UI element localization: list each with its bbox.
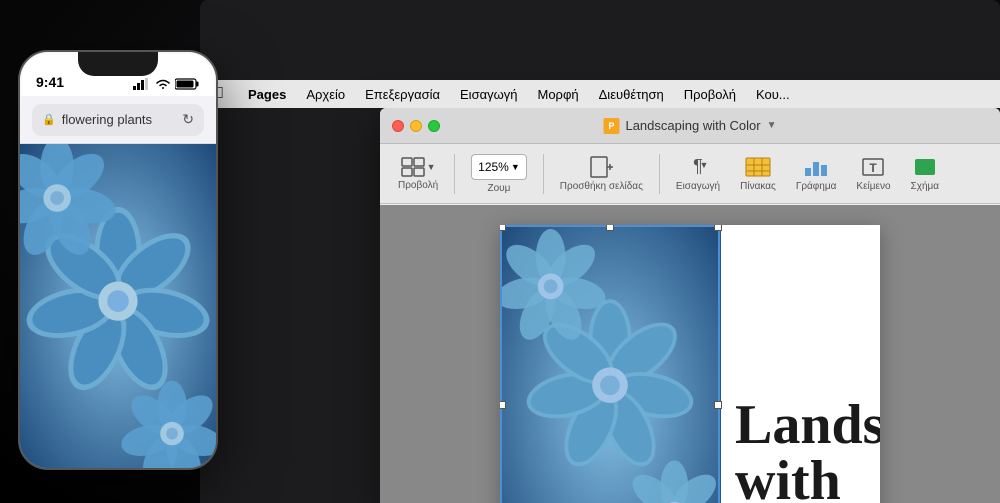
svg-text:T: T [870, 161, 878, 175]
safari-address-bar[interactable]: 🔒 flowering plants ↻ [20, 96, 216, 144]
reload-icon[interactable]: ↻ [182, 111, 194, 128]
maximize-button[interactable] [428, 120, 440, 132]
menu-provoli[interactable]: Προβολή [674, 87, 746, 102]
shape-label: Σχήμα [911, 181, 940, 192]
iphone-flower-svg [20, 144, 216, 468]
document-page: Landscapi with Color [500, 225, 880, 503]
iphone: 9:41 🔒 fl [18, 50, 218, 470]
doc-text-area: Landscapi with Color [720, 225, 880, 503]
toolbar: ▼ Προβολή 125% ▼ Ζουμ Προσθήκη σελίδ [380, 144, 1000, 204]
url-text: flowering plants [62, 112, 152, 127]
safari-address-field[interactable]: 🔒 flowering plants ↻ [32, 104, 204, 136]
chart-btn[interactable]: Γράφημα [788, 152, 845, 196]
table-icon [745, 156, 771, 178]
menu-morfi[interactable]: Μορφή [528, 87, 589, 102]
traffic-lights [392, 120, 440, 132]
document-title-text: Landscapi with Color [735, 397, 880, 503]
table-label: Πίνακας [740, 181, 776, 192]
menu-dieuthetisi[interactable]: Διευθέτηση [589, 87, 674, 102]
selection-handle-tm[interactable] [606, 225, 614, 231]
wifi-icon [155, 78, 171, 90]
view-label: Προβολή [398, 180, 438, 191]
selection-handle-ml[interactable] [500, 401, 506, 409]
zoom-label: Ζουμ [488, 183, 511, 194]
view-dropdown-icon: ▼ [427, 162, 436, 172]
toolbar-divider-2 [543, 154, 544, 194]
insert-icon: ¶ ▼ [686, 156, 710, 178]
iphone-notch [78, 52, 158, 76]
view-icon: ▼ [401, 157, 436, 177]
pages-window: P Landscaping with Color ▼ ▼ Προβολή [380, 108, 1000, 503]
chart-icon [803, 156, 829, 178]
battery-icon [175, 78, 200, 90]
window-title: P Landscaping with Color ▼ [603, 118, 776, 134]
add-page-icon [588, 156, 614, 178]
text-label: Κείμενο [856, 181, 890, 192]
selection-handle-tl[interactable] [500, 225, 506, 231]
text-icon: T [860, 156, 886, 178]
doc-flower-image[interactable] [500, 225, 720, 503]
document-title-label: Landscaping with Color [625, 118, 760, 133]
table-btn[interactable]: Πίνακας [732, 152, 784, 196]
menu-bar:  Pages Αρχείο Επεξεργασία Εισαγωγή Μορφ… [200, 80, 1000, 108]
chevron-down-icon: ▼ [767, 120, 777, 131]
chart-label: Γράφημα [796, 181, 837, 192]
signal-icon [133, 78, 151, 90]
iphone-flower-content [20, 144, 216, 468]
selection-handle-tr[interactable] [714, 225, 722, 231]
iphone-status-icons [133, 78, 200, 90]
insert-label: Εισαγωγή [676, 181, 720, 192]
shape-icon [912, 156, 938, 178]
zoom-dropdown-icon: ▼ [511, 162, 520, 172]
document-area: Landscapi with Color [380, 205, 1000, 503]
document-icon: P [603, 118, 619, 134]
minimize-button[interactable] [410, 120, 422, 132]
selection-handle-mr[interactable] [714, 401, 722, 409]
text-btn[interactable]: T Κείμενο [848, 152, 898, 196]
close-button[interactable] [392, 120, 404, 132]
zoom-control-group[interactable]: 125% ▼ Ζουμ [463, 150, 535, 198]
shape-btn[interactable]: Σχήμα [903, 152, 948, 196]
menu-arxeio[interactable]: Αρχείο [296, 87, 355, 102]
add-page-label: Προσθήκη σελίδας [560, 181, 643, 192]
iphone-time: 9:41 [36, 74, 64, 90]
menu-eisagogi[interactable]: Εισαγωγή [450, 87, 527, 102]
insert-btn[interactable]: ¶ ▼ Εισαγωγή [668, 152, 728, 196]
menu-epexergasia[interactable]: Επεξεργασία [355, 87, 450, 102]
view-toolbar-btn[interactable]: ▼ Προβολή [390, 153, 446, 195]
menu-pages[interactable]: Pages [238, 87, 296, 102]
zoom-value[interactable]: 125% ▼ [471, 154, 527, 180]
add-page-btn[interactable]: Προσθήκη σελίδας [552, 152, 651, 196]
window-titlebar: P Landscaping with Color ▼ [380, 108, 1000, 144]
toolbar-divider-3 [659, 154, 660, 194]
menu-more[interactable]: Κου... [746, 87, 800, 102]
svg-text:▼: ▼ [700, 160, 709, 170]
toolbar-divider-1 [454, 154, 455, 194]
lock-icon: 🔒 [42, 113, 56, 126]
